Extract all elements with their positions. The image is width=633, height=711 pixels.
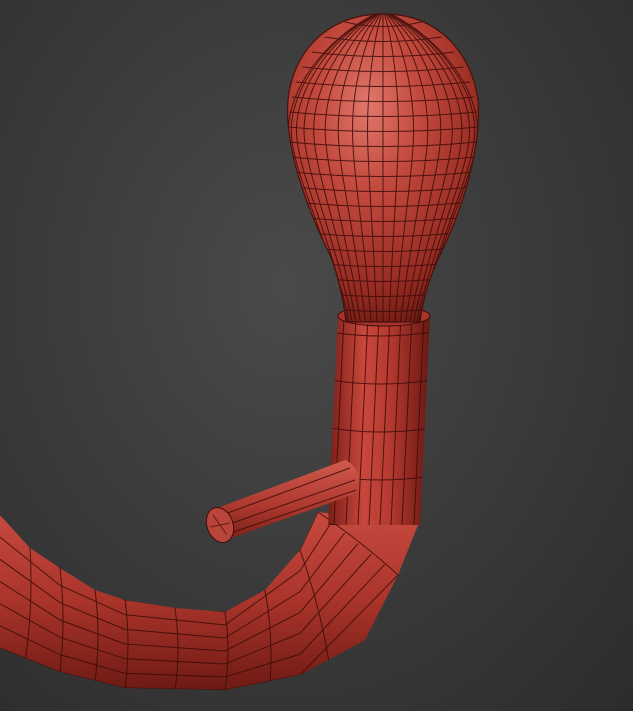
curved-tube[interactable] bbox=[0, 512, 418, 690]
bulb-head[interactable] bbox=[286, 13, 480, 323]
red-bulb-handle-model[interactable] bbox=[0, 0, 633, 711]
3d-viewport[interactable] bbox=[0, 0, 633, 711]
